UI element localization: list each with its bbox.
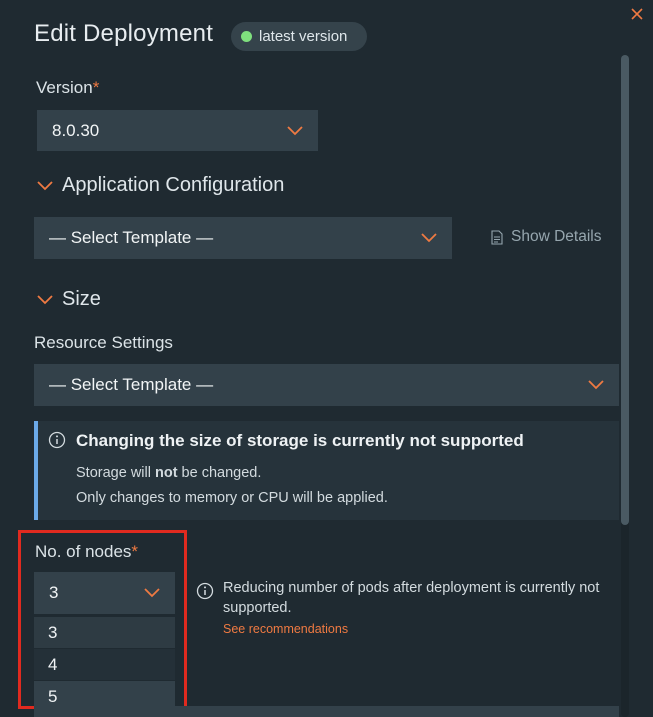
info-icon	[48, 431, 66, 449]
alert-line-1-post: be changed.	[177, 465, 262, 481]
app-config-select-value: — Select Template —	[49, 228, 214, 247]
app-config-section-toggle[interactable]: Application Configuration	[36, 174, 284, 197]
alert-line-1-pre: Storage will	[76, 465, 155, 481]
chevron-down-icon	[37, 294, 53, 304]
nodes-hint-text: Reducing number of pods after deployment…	[223, 580, 600, 616]
size-section-toggle[interactable]: Size	[36, 288, 101, 311]
status-dot	[241, 31, 252, 42]
app-config-template-select[interactable]: — Select Template —	[34, 217, 452, 259]
document-icon	[491, 229, 503, 245]
version-label-text: Version	[36, 78, 93, 97]
chevron-down-icon	[37, 180, 53, 190]
chevron-down-icon	[588, 380, 604, 390]
chevron-down-icon	[287, 125, 303, 135]
alert-line-1-bold: not	[154, 465, 178, 481]
status-badge-label: latest version	[259, 28, 348, 45]
required-marker: *	[92, 78, 100, 97]
info-icon	[196, 582, 214, 600]
see-recommendations-link[interactable]: See recommendations	[223, 622, 348, 636]
size-section-label: Size	[62, 288, 101, 310]
page-title: Edit Deployment	[34, 20, 214, 47]
next-field-partial	[34, 706, 619, 717]
app-config-section-label: Application Configuration	[62, 174, 285, 196]
resource-settings-label: Resource Settings	[34, 333, 173, 352]
status-badge: latest version	[231, 22, 367, 51]
show-details-label: Show Details	[511, 228, 602, 245]
alert-line-1: Storage will not be changed.	[76, 465, 261, 481]
chevron-down-icon	[421, 233, 437, 243]
alert-line-2: Only changes to memory or CPU will be ap…	[76, 490, 388, 506]
resource-template-select[interactable]: — Select Template —	[34, 364, 619, 406]
scrollbar-thumb[interactable]	[621, 55, 629, 525]
version-select[interactable]: 8.0.30	[37, 110, 318, 151]
show-details-button[interactable]: Show Details	[491, 228, 601, 246]
alert-heading: Changing the size of storage is currentl…	[76, 431, 524, 450]
alert-accent-bar	[34, 421, 38, 520]
highlight-box	[18, 530, 187, 709]
storage-info-alert: Changing the size of storage is currentl…	[34, 421, 619, 520]
version-label: Version*	[36, 78, 99, 98]
resource-select-value: — Select Template —	[49, 375, 214, 394]
version-select-value: 8.0.30	[52, 120, 100, 140]
close-icon[interactable]	[629, 6, 645, 22]
